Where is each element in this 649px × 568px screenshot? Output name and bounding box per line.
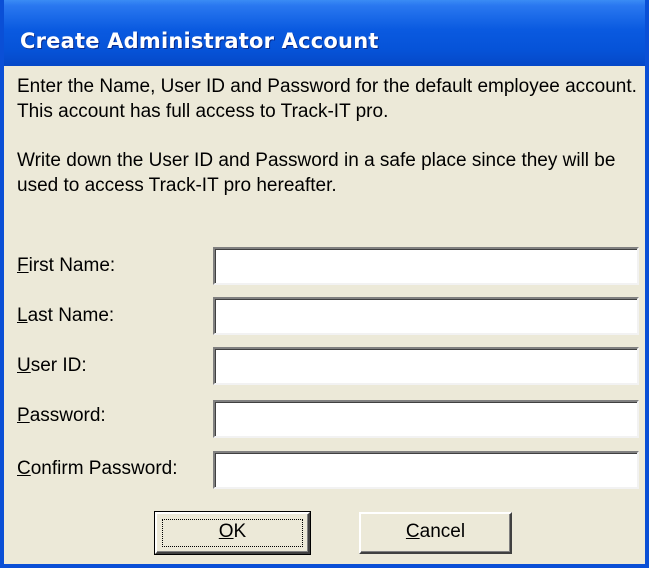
create-admin-dialog: Create Administrator Account Enter the N… (0, 0, 649, 568)
first-name-label: First Name: (17, 255, 115, 277)
user-id-accesskey: U (17, 355, 31, 376)
first-name-field[interactable] (213, 247, 639, 285)
cancel-label: ancel (419, 521, 466, 542)
cancel-button[interactable]: Cancel (359, 512, 512, 554)
description-text-2: Write down the User ID and Password in a… (17, 150, 616, 196)
user-id-label: User ID: (17, 355, 87, 377)
title-bar[interactable]: Create Administrator Account (4, 0, 645, 66)
last-name-field[interactable] (213, 297, 639, 335)
user-id-field[interactable] (213, 347, 639, 385)
password-accesskey: P (17, 405, 30, 426)
last-name-label: Last Name: (17, 305, 114, 327)
password-label-text: assword: (29, 405, 106, 426)
last-name-accesskey: L (17, 305, 28, 326)
cancel-accesskey: C (405, 521, 420, 542)
first-name-accesskey: F (17, 255, 29, 276)
password-field[interactable] (213, 400, 639, 438)
description-text-1: Enter the Name, User ID and Password for… (17, 76, 637, 122)
confirm-password-field[interactable] (213, 451, 639, 489)
password-label: Password: (17, 405, 106, 427)
dialog-title: Create Administrator Account (20, 29, 379, 53)
first-name-label-text: irst Name: (28, 255, 116, 276)
user-id-label-text: ser ID: (30, 355, 87, 376)
last-name-label-text: ast Name: (27, 305, 115, 326)
ok-focus-rect (162, 519, 303, 547)
confirm-password-label-text: onfirm Password: (30, 458, 178, 479)
ok-button[interactable]: OK (154, 511, 311, 555)
confirm-password-accesskey: C (17, 458, 31, 479)
confirm-password-label: Confirm Password: (17, 458, 178, 480)
